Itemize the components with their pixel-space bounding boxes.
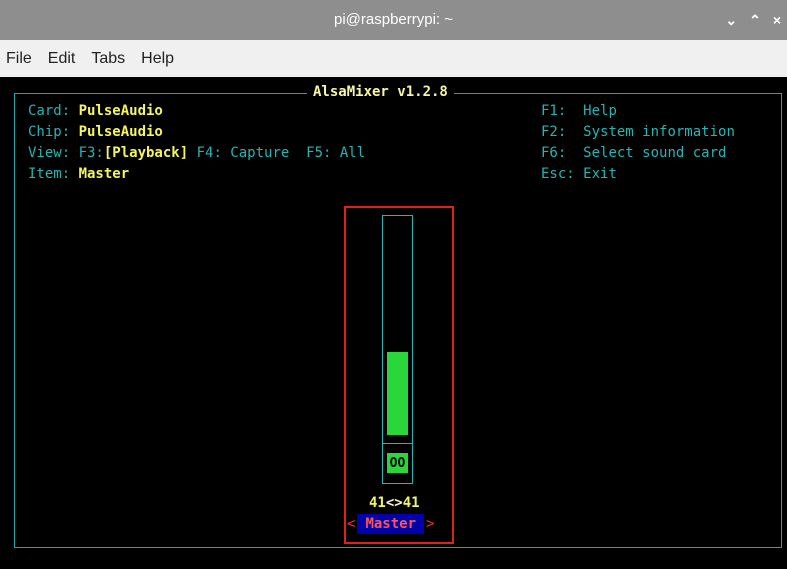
help-line-esc: Esc: Exit [541,166,617,182]
minimize-icon[interactable]: ⌄ [725,12,737,29]
help-key: F6: [541,145,567,161]
view-options: F4: Capture F5: All [188,145,366,161]
view-line: View: F3:[Playback] F4: Capture F5: All [28,145,365,161]
item-label: Item: [28,166,79,182]
mixer-title: AlsaMixer v1.2.8 [307,84,454,100]
volume-levels: 41<>41 [369,495,420,511]
menu-edit[interactable]: Edit [40,50,84,68]
chip-label: Chip: [28,124,79,140]
window-title: pi@raspberrypi: ~ [333,11,454,28]
right-level: 41 [402,495,420,511]
menu-bar: File Edit Tabs Help [0,40,787,77]
window-controls: ⌄ ⌃ × [725,0,781,40]
volume-fader-track[interactable] [387,217,408,435]
help-key: Esc: [541,166,575,182]
left-level: 41 [369,495,386,511]
maximize-icon[interactable]: ⌃ [749,12,761,29]
terminal-area[interactable]: AlsaMixer v1.2.8 Card: PulseAudio Chip: … [0,77,787,569]
help-key: F2: [541,124,567,140]
view-active: [Playback] [103,145,189,161]
menu-file[interactable]: File [0,50,40,68]
menu-help[interactable]: Help [133,50,182,68]
help-line-f6: F6: Select sound card [541,145,726,161]
card-value: PulseAudio [78,103,163,119]
card-line: Card: PulseAudio [28,103,163,119]
help-text: Select sound card [583,145,727,161]
help-text: Help [583,103,617,119]
close-icon[interactable]: × [773,12,781,28]
mute-indicator[interactable]: OO [387,453,408,473]
item-line: Item: Master [28,166,129,182]
chip-line: Chip: PulseAudio [28,124,163,140]
help-text: Exit [583,166,617,182]
help-line-f1: F1: Help [541,103,617,119]
view-label: View: F3: [28,145,104,161]
menu-tabs[interactable]: Tabs [83,50,133,68]
help-line-f2: F2: System information [541,124,735,140]
volume-fader-fill [387,352,408,435]
control-name[interactable]: Master [357,514,425,534]
item-value: Master [78,166,130,182]
title-bar[interactable]: pi@raspberrypi: ~ ⌄ ⌃ × [0,0,787,40]
control-name-row[interactable]: < Master > [347,514,434,534]
level-arrows: <> [385,495,403,511]
chevron-left-icon: < [347,516,356,532]
help-key: F1: [541,103,567,119]
chip-value: PulseAudio [78,124,163,140]
card-label: Card: [28,103,79,119]
chevron-right-icon: > [426,516,435,532]
help-text: System information [583,124,735,140]
